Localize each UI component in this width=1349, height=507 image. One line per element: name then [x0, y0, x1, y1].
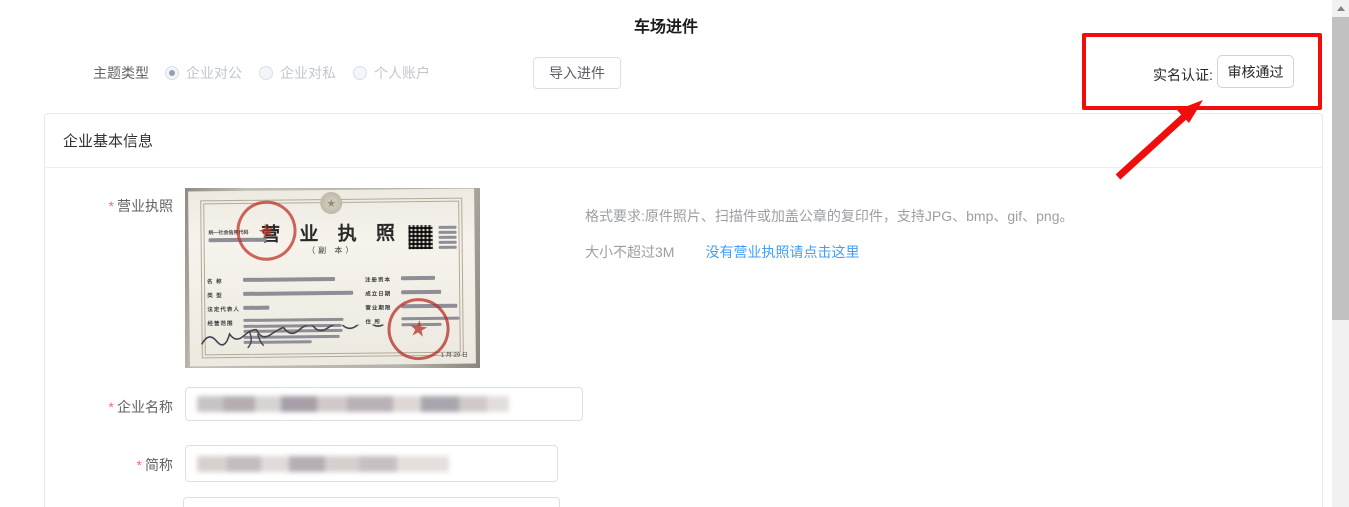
required-asterisk: * [137, 457, 142, 473]
short-name-label: *简称 [60, 455, 173, 475]
vertical-scrollbar[interactable] [1332, 0, 1349, 507]
redacted-text [401, 290, 441, 294]
radio-label: 企业对私 [280, 63, 336, 83]
redacted-text [243, 291, 353, 296]
size-hint-row: 大小不超过3M 没有营业执照请点击这里 [585, 242, 859, 262]
redacted-text [401, 276, 435, 280]
section-title: 企业基本信息 [63, 130, 153, 151]
company-name-input[interactable] [185, 387, 583, 421]
parking-entry-page: 车场进件 主题类型 企业对公 企业对私 个人账户 导入进件 实名认证: 审核通过… [0, 0, 1349, 507]
license-date: 1 月 29 日 [441, 350, 468, 359]
short-name-input[interactable] [185, 445, 558, 482]
company-name-label: *企业名称 [60, 397, 173, 417]
radio-unchecked-icon[interactable] [259, 66, 273, 80]
audit-status-button[interactable]: 审核通过 [1217, 55, 1294, 88]
required-asterisk: * [109, 198, 114, 214]
format-requirement-hint: 格式要求:原件照片、扫描件或加盖公章的复印件，支持JPG、bmp、gif、png… [585, 206, 1074, 226]
radio-personal-account[interactable]: 个人账户 [353, 63, 430, 83]
redacted-text [197, 456, 449, 472]
no-license-link[interactable]: 没有营业执照请点击这里 [705, 242, 859, 262]
redacted-text [197, 396, 509, 412]
section-header: 企业基本信息 [44, 113, 1323, 168]
import-entry-button[interactable]: 导入进件 [533, 57, 621, 89]
subject-type-row: 主题类型 企业对公 企业对私 个人账户 [93, 58, 447, 88]
scrollbar-thumb[interactable] [1332, 17, 1349, 320]
radio-label: 个人账户 [374, 63, 430, 83]
license-field-label: *营业执照 [60, 196, 173, 216]
handwritten-signature-icon [198, 324, 398, 352]
page-title: 车场进件 [0, 13, 1332, 37]
subject-type-label: 主题类型 [93, 63, 149, 83]
radio-checked-icon[interactable] [165, 66, 179, 80]
radio-corporate-private[interactable]: 企业对私 [259, 63, 336, 83]
radio-unchecked-icon[interactable] [353, 66, 367, 80]
realname-auth-label: 实名认证: [1153, 65, 1213, 85]
redacted-text [243, 277, 335, 282]
required-asterisk: * [109, 399, 114, 415]
radio-corporate-public[interactable]: 企业对公 [165, 63, 242, 83]
qr-code-icon [408, 225, 432, 249]
next-field-input[interactable] [183, 497, 560, 507]
redacted-text [243, 306, 269, 310]
business-license-image[interactable]: ★ 营 业 执 照 （副 本） 统一社会信用代码 ★ 名 称 注册资本 类 型 … [185, 188, 480, 368]
scroll-up-button[interactable] [1332, 0, 1349, 17]
size-limit-hint: 大小不超过3M [585, 242, 674, 262]
chevron-up-icon [1337, 6, 1345, 11]
national-emblem-icon: ★ [320, 192, 342, 214]
license-paper: ★ 营 业 执 照 （副 本） 统一社会信用代码 ★ 名 称 注册资本 类 型 … [188, 189, 476, 367]
qr-side-text [438, 226, 456, 249]
radio-label: 企业对公 [186, 63, 242, 83]
